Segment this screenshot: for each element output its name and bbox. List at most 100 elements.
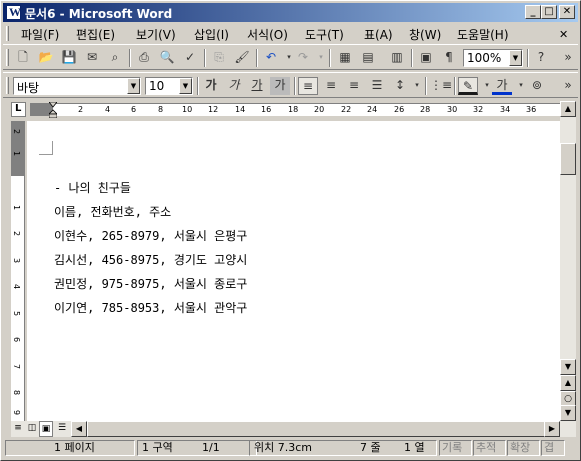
word-window: 문서6 - Microsoft Word _ □ ✕ 파일(F) 편집(E) 보…	[0, 0, 581, 461]
formatting-toolbar: 바탕 ▼ 10 ▼ 가 가 가 가 ≡ ≡ ≡ ☰ ↕ ▾ ⋮≡ ✎ ▾ 가 ▾…	[3, 72, 578, 98]
document-line[interactable]: - 나의 친구들	[54, 179, 131, 196]
toolbar-options-icon[interactable]: »	[558, 49, 578, 67]
menu-view[interactable]: 보기(V)	[136, 26, 176, 43]
close-button[interactable]: ✕	[559, 5, 575, 19]
menu-help[interactable]: 도움말(H)	[457, 26, 509, 43]
vruler-number: 2	[12, 128, 22, 135]
toolbar-options-icon[interactable]: »	[558, 77, 578, 95]
horizontal-scroll-thumb[interactable]	[87, 421, 553, 437]
toolbar-grip[interactable]	[6, 49, 9, 66]
copy-icon[interactable]: ⎘	[209, 49, 229, 67]
document-line[interactable]: 이기연, 785-8953, 서울시 관악구	[54, 299, 247, 316]
tables-borders-icon[interactable]: ▦	[335, 49, 355, 67]
outline-view-icon[interactable]: ☰	[55, 421, 69, 437]
previous-page-icon[interactable]: ▲	[560, 375, 576, 391]
align-center-icon[interactable]: ≡	[321, 77, 341, 95]
document-line[interactable]: 이름, 전화번호, 주소	[54, 203, 171, 220]
bold-button[interactable]: 가	[201, 77, 221, 95]
document-line[interactable]: 이현수, 265-8979, 서울시 은평구	[54, 227, 247, 244]
highlight-icon[interactable]: ✎	[458, 77, 478, 95]
document-line[interactable]: 권민정, 975-8975, 서울시 종로구	[54, 275, 247, 292]
show-hide-icon[interactable]: ¶	[439, 49, 459, 67]
document-line[interactable]: 김시선, 456-8975, 경기도 고양시	[54, 251, 247, 268]
scroll-down-icon[interactable]: ▼	[560, 359, 576, 375]
font-color-button[interactable]: 가	[492, 77, 512, 95]
mail-icon[interactable]: ✉	[82, 49, 102, 67]
status-ext[interactable]: 확장	[507, 440, 540, 456]
columns-icon[interactable]: ▥	[387, 49, 407, 67]
help-icon[interactable]: ?	[531, 49, 551, 67]
print-layout-icon[interactable]: ▣	[39, 421, 53, 437]
vertical-scroll-thumb[interactable]	[560, 143, 576, 175]
menu-table[interactable]: 표(A)	[364, 26, 393, 43]
line-spacing-dropdown-icon[interactable]: ▾	[407, 77, 427, 95]
undo-icon[interactable]: ↶	[261, 49, 281, 67]
status-trk[interactable]: 추적	[473, 440, 506, 456]
insert-table-icon[interactable]: ▤	[358, 49, 378, 67]
new-document-icon[interactable]: 🗋	[13, 49, 33, 67]
enclosed-char-icon[interactable]: ⊚	[527, 77, 547, 95]
ruler-number: 24	[367, 105, 378, 114]
ruler-number: 22	[341, 105, 352, 114]
normal-view-icon[interactable]: ≡	[11, 421, 25, 437]
vertical-scrollbar[interactable]: ▲ ▼ ▲ ○ ▼	[560, 101, 576, 421]
redo-icon[interactable]: ↷	[293, 49, 313, 67]
font-select[interactable]: 바탕 ▼	[13, 77, 141, 95]
menu-window[interactable]: 창(W)	[409, 26, 441, 43]
underline-button[interactable]: 가	[247, 77, 267, 95]
maximize-button[interactable]: □	[541, 5, 557, 19]
word-app-icon[interactable]	[6, 5, 21, 20]
document-close-icon[interactable]: ✕	[559, 28, 568, 41]
ruler-number: 6	[131, 105, 137, 114]
menu-insert[interactable]: 삽입(I)	[194, 26, 229, 43]
minimize-button[interactable]: _	[525, 5, 541, 19]
horizontal-scrollbar[interactable]: ≡ ◫ ▣ ☰ ◀ ▶	[11, 421, 576, 437]
menu-edit[interactable]: 편집(E)	[76, 26, 115, 43]
print-icon[interactable]: ⎙	[134, 49, 154, 67]
chevron-down-icon[interactable]: ▼	[179, 78, 192, 94]
menu-tools[interactable]: 도구(T)	[305, 26, 344, 43]
ruler-band[interactable]: 2 4 6 8 10 12 14 16 18 20 22 24 26 28 30…	[30, 102, 574, 118]
document-page[interactable]: - 나의 친구들 이름, 전화번호, 주소 이현수, 265-8979, 서울시…	[27, 121, 560, 421]
redo-dropdown-icon[interactable]: ▾	[311, 49, 331, 67]
document-map-icon[interactable]: ▣	[416, 49, 436, 67]
zoom-select[interactable]: 100% ▼	[463, 49, 523, 67]
print-preview-icon[interactable]: 🔍	[157, 49, 177, 67]
menubar-grip[interactable]	[6, 26, 9, 41]
spelling-icon[interactable]: ✓	[180, 49, 200, 67]
ruler-number: 36	[526, 105, 537, 114]
chevron-down-icon[interactable]: ▼	[509, 50, 522, 66]
toolbar-separator	[527, 49, 529, 67]
save-icon[interactable]: 💾	[59, 49, 79, 67]
align-right-icon[interactable]: ≡	[344, 77, 364, 95]
ruler-number: 2	[78, 105, 84, 114]
vertical-ruler[interactable]: 2 1 1 2 3 4 5 6 7 8 9	[11, 121, 25, 421]
indent-marker-icon[interactable]	[49, 102, 57, 118]
align-left-icon[interactable]: ≡	[298, 77, 318, 95]
char-shading-button[interactable]: 가	[270, 77, 290, 95]
font-size-select[interactable]: 10 ▼	[145, 77, 193, 95]
numbering-icon[interactable]: ⋮≡	[430, 77, 452, 95]
status-ovr[interactable]: 겹	[541, 440, 565, 456]
status-position: 위치 7.3cm	[254, 441, 312, 454]
scroll-up-icon[interactable]: ▲	[560, 101, 576, 117]
scroll-right-icon[interactable]: ▶	[544, 421, 560, 437]
distribute-icon[interactable]: ☰	[367, 77, 387, 95]
open-folder-icon[interactable]: 📂	[36, 49, 56, 67]
toolbar-grip[interactable]	[6, 77, 9, 94]
toolbar-separator	[329, 49, 331, 67]
scroll-left-icon[interactable]: ◀	[71, 421, 87, 437]
ruler-number: 16	[261, 105, 272, 114]
web-layout-icon[interactable]: ◫	[25, 421, 39, 437]
status-page: 1 페이지	[54, 441, 95, 454]
next-page-icon[interactable]: ▼	[560, 405, 576, 421]
italic-button[interactable]: 가	[224, 77, 244, 95]
chevron-down-icon[interactable]: ▼	[127, 78, 140, 94]
status-rec[interactable]: 기록	[439, 440, 472, 456]
menu-file[interactable]: 파일(F)	[21, 26, 59, 43]
tab-selector[interactable]	[11, 102, 26, 117]
format-painter-icon[interactable]: 🖌	[232, 49, 252, 67]
menu-format[interactable]: 서식(O)	[247, 26, 288, 43]
horizontal-ruler[interactable]: 2 4 6 8 10 12 14 16 18 20 22 24 26 28 30…	[11, 101, 574, 119]
search-icon[interactable]: ⌕	[105, 49, 125, 67]
